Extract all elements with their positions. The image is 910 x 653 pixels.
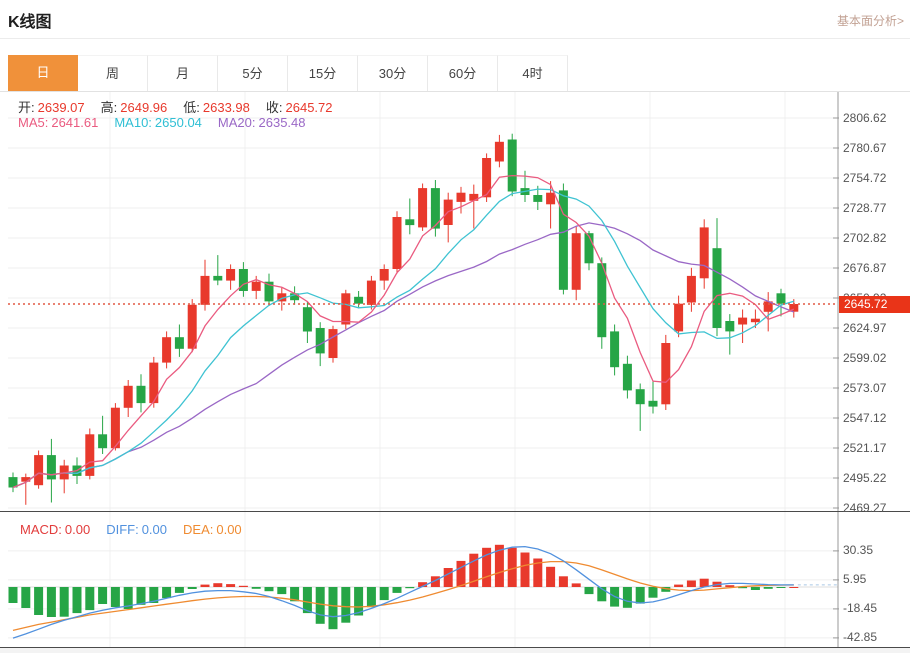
price-axis-tick: 2702.82 [843, 231, 909, 245]
price-axis-tick: 2624.97 [843, 321, 909, 335]
tab-15分[interactable]: 15分 [288, 55, 358, 91]
macd-axis-tick: -18.45 [843, 601, 909, 615]
legend-ma-value: 2635.48 [259, 115, 306, 130]
tab-30分[interactable]: 30分 [358, 55, 428, 91]
price-axis-tick: 2754.72 [843, 171, 909, 185]
tab-日[interactable]: 日 [8, 55, 78, 91]
price-axis-tick: 2599.02 [843, 351, 909, 365]
legend-ohlc-label: 低: [183, 100, 200, 115]
legend-macd-label: DIFF: [106, 522, 139, 537]
legend-macd-value: 0.00 [65, 522, 90, 537]
tab-5分[interactable]: 5分 [218, 55, 288, 91]
price-axis-tick: 2469.27 [843, 501, 909, 515]
price-axis-tick: 2728.77 [843, 201, 909, 215]
page-title: K线图 [8, 8, 52, 32]
price-axis-tick: 2573.07 [843, 381, 909, 395]
legend-ma-value: 2641.61 [51, 115, 98, 130]
price-axis-tick: 2780.67 [843, 141, 909, 155]
legend-ma-label: MA5: [18, 115, 48, 130]
legend-macd-value: 0.00 [216, 522, 241, 537]
legend-ma-value: 2650.04 [155, 115, 202, 130]
legend-ohlc-value: 2633.98 [203, 100, 250, 115]
legend-ohlc-label: 收: [266, 100, 283, 115]
tab-周[interactable]: 周 [78, 55, 148, 91]
tab-4时[interactable]: 4时 [498, 55, 568, 91]
tab-60分[interactable]: 60分 [428, 55, 498, 91]
legend-ohlc-value: 2639.07 [38, 100, 85, 115]
fundamental-analysis-link[interactable]: 基本面分析> [837, 12, 904, 29]
current-price-tag: 2645.72 [839, 296, 910, 313]
legend-ohlc-value: 2645.72 [286, 100, 333, 115]
macd-legend: MACD:0.00DIFF:0.00DEA:0.00 [20, 522, 242, 537]
legend-ohlc-label: 高: [101, 100, 118, 115]
interval-tabs: 日周月5分15分30分60分4时 [8, 55, 568, 91]
footer-strip [0, 648, 910, 653]
legend-ohlc-value: 2649.96 [120, 100, 167, 115]
ohlc-legend: 开:2639.07 高:2649.96 低:2633.98 收:2645.72 [18, 97, 333, 116]
macd-axis-tick: 30.35 [843, 543, 909, 557]
main-candlestick-chart[interactable] [0, 92, 910, 512]
ma-legend: MA5:2641.61 MA10:2650.04 MA20:2635.48 [18, 115, 306, 130]
header-divider [0, 38, 910, 39]
macd-axis-tick: 5.95 [843, 572, 909, 586]
legend-ohlc-label: 开: [18, 100, 35, 115]
legend-macd-label: DEA: [183, 522, 213, 537]
legend-macd-label: MACD: [20, 522, 62, 537]
price-axis-tick: 2547.12 [843, 411, 909, 425]
price-axis-tick: 2676.87 [843, 261, 909, 275]
price-axis-tick: 2521.17 [843, 441, 909, 455]
price-axis-tick: 2495.22 [843, 471, 909, 485]
price-axis-tick: 2806.62 [843, 111, 909, 125]
tab-月[interactable]: 月 [148, 55, 218, 91]
macd-axis-tick: -42.85 [843, 630, 909, 644]
legend-ma-label: MA10: [114, 115, 152, 130]
legend-ma-label: MA20: [218, 115, 256, 130]
legend-macd-value: 0.00 [142, 522, 167, 537]
